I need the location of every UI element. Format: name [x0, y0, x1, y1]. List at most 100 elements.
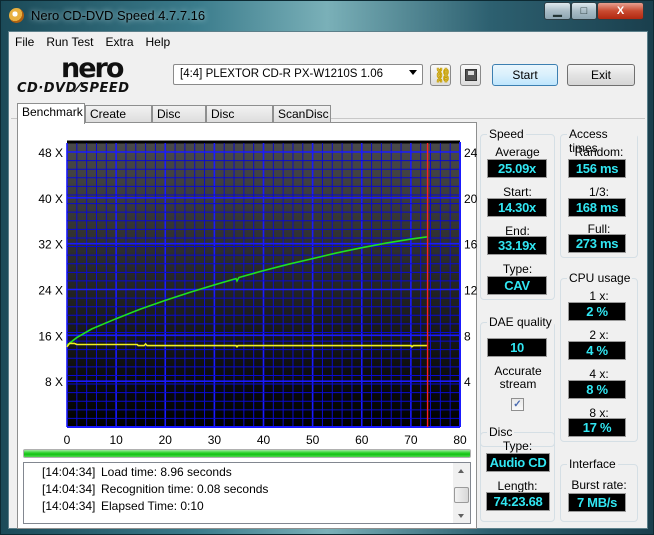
third-stroke-value: 168 ms	[568, 198, 626, 217]
full-stroke-value: 273 ms	[568, 234, 626, 253]
maximize-button[interactable]: □	[571, 2, 597, 20]
x-axis: 0 10 20 30 40 50 60 70 80	[64, 433, 467, 447]
cpu-usage-title: CPU usage	[567, 271, 633, 285]
y-right-tick-label: 20	[464, 192, 478, 206]
refresh-drives-button[interactable]: ⛓	[430, 64, 452, 86]
y-right-tick-label: 4	[464, 375, 471, 389]
app-window: Nero CD-DVD Speed 4.7.7.16 ▁ □ X File Run…	[0, 0, 654, 535]
menu-bar: File Run Test Extra Help	[9, 32, 647, 52]
average-label: Average	[495, 145, 540, 159]
nero-app-icon	[9, 8, 24, 23]
x-tick-label: 0	[64, 433, 71, 447]
y-left-tick-label: 32 X	[38, 238, 63, 252]
drive-select[interactable]: [4:4] PLEXTOR CD-R PX-W1210S 1.06	[173, 64, 423, 85]
nero-logo: nero	[61, 53, 124, 84]
log-list: [14:04:34] Load time: 8.96 seconds [14:0…	[23, 462, 471, 524]
type-label: Type:	[502, 262, 533, 276]
random-access-value: 156 ms	[568, 159, 626, 178]
client-area: File Run Test Extra Help nero CD·DVD⁄SPEED …	[8, 31, 648, 529]
burst-rate-value: 7 MB/s	[568, 493, 626, 512]
start-button[interactable]: Start	[492, 64, 558, 86]
disc-length-label: Length:	[497, 479, 538, 493]
y-right-tick-label: 16	[464, 238, 478, 252]
exit-button[interactable]: Exit	[567, 64, 635, 86]
y-left-tick-label: 8 X	[45, 375, 63, 389]
end-speed-value: 33.19x	[487, 236, 547, 255]
cpu-2x-value: 4 %	[568, 341, 626, 360]
chart-grid	[66, 140, 461, 428]
y-left-tick-label: 24 X	[38, 284, 63, 298]
random-label: Random:	[574, 145, 624, 159]
cpu-2x-label: 2 x:	[589, 328, 609, 342]
log-message: Elapsed Time: 0:10	[101, 499, 204, 513]
y-left-tick-label: 48 X	[38, 146, 63, 160]
refresh-drives-icon: ⛓	[434, 67, 452, 83]
burst-rate-label: Burst rate:	[571, 478, 627, 492]
menu-run-test[interactable]: Run Test	[40, 32, 99, 49]
interface-group: Interface Burst rate: 7 MB/s	[560, 457, 638, 522]
disc-group: Disc Type: Audio CD Length: 74:23.68	[480, 425, 555, 522]
accurate-stream-label: Accurate stream	[494, 364, 542, 391]
x-tick-label: 20	[159, 433, 173, 447]
tab-create-disc[interactable]: Create Disc	[85, 105, 152, 135]
x-tick-label: 60	[355, 433, 369, 447]
speed-type-value: CAV	[487, 276, 547, 295]
cpu-usage-group: CPU usage 1 x: 2 % 2 x: 4 % 4 x: 8 % 8 x…	[560, 271, 638, 442]
x-tick-label: 10	[109, 433, 123, 447]
scroll-thumb[interactable]	[454, 487, 469, 503]
tab-benchmark[interactable]: Benchmark	[17, 103, 85, 124]
cpu-1x-label: 1 x:	[589, 289, 609, 303]
log-scrollbar[interactable]	[453, 463, 470, 523]
access-times-group: Access times Random: 156 ms 1/3: 168 ms …	[560, 127, 638, 258]
disc-length-value: 74:23.68	[486, 492, 550, 511]
save-button[interactable]	[460, 64, 481, 86]
log-timestamp: [14:04:34]	[42, 482, 96, 496]
y-left-tick-label: 40 X	[38, 192, 63, 206]
dae-quality-value: 10	[487, 338, 547, 357]
x-tick-label: 80	[453, 433, 467, 447]
y-right-tick-label: 24	[464, 146, 478, 160]
menu-help[interactable]: Help	[140, 32, 177, 49]
cd-dvd-speed-logo: CD·DVD⁄SPEED	[17, 81, 130, 96]
log-message: Recognition time: 0.08 seconds	[101, 482, 269, 496]
log-message: Load time: 8.96 seconds	[101, 465, 232, 479]
benchmark-panel: 0 10 20 30 40 50 60 70 80 8 X 16 X 24 X 32 X 40 X 48 …	[17, 122, 478, 529]
y-axis-left: 8 X 16 X 24 X 32 X 40 X 48 X	[38, 146, 63, 389]
chevron-down-icon	[409, 70, 417, 75]
minimize-button[interactable]: ▁	[544, 2, 571, 20]
cpu-4x-value: 8 %	[568, 380, 626, 399]
tab-scandisc[interactable]: ScanDisc	[273, 105, 331, 123]
third-stroke-label: 1/3:	[588, 185, 609, 199]
close-button[interactable]: X	[597, 2, 644, 20]
title-bar[interactable]: Nero CD-DVD Speed 4.7.7.16 ▁ □ X	[1, 1, 653, 31]
tab-disc-info[interactable]: Disc Info	[152, 105, 206, 135]
scroll-up-icon[interactable]	[458, 469, 464, 473]
disc-type-label: Type:	[502, 439, 533, 453]
x-tick-label: 30	[208, 433, 222, 447]
x-tick-label: 50	[306, 433, 320, 447]
y-left-tick-label: 16 X	[38, 329, 63, 343]
x-tick-label: 40	[257, 433, 271, 447]
progress-bar	[23, 449, 471, 458]
toolbar: nero CD·DVD⁄SPEED [4:4] PLEXTOR CD-R PX-…	[9, 53, 647, 119]
disc-group-title: Disc	[487, 425, 515, 439]
tab-disc-quality[interactable]: Disc Quality	[206, 105, 273, 135]
speed-group: Speed Average 25.09x Start: 14.30x End: …	[480, 127, 555, 300]
log-timestamp: [14:04:34]	[42, 465, 96, 479]
y-right-tick-label: 8	[464, 329, 471, 343]
cpu-8x-value: 17 %	[568, 418, 626, 437]
menu-file[interactable]: File	[9, 32, 40, 49]
x-tick-label: 70	[404, 433, 418, 447]
window-title: Nero CD-DVD Speed 4.7.7.16	[31, 8, 206, 23]
disc-type-value: Audio CD	[486, 453, 550, 472]
drive-select-value: [4:4] PLEXTOR CD-R PX-W1210S 1.06	[180, 68, 384, 80]
start-speed-value: 14.30x	[487, 198, 547, 217]
average-speed-value: 25.09x	[487, 159, 547, 178]
interface-title: Interface	[567, 457, 618, 471]
y-right-tick-label: 12	[464, 284, 478, 298]
menu-extra[interactable]: Extra	[99, 32, 139, 49]
accurate-stream-checkbox[interactable]: ✓	[511, 398, 524, 411]
scroll-down-icon[interactable]	[458, 514, 464, 518]
cpu-1x-value: 2 %	[568, 302, 626, 321]
y-axis-right: 4 8 12 16 20 24	[464, 146, 478, 389]
